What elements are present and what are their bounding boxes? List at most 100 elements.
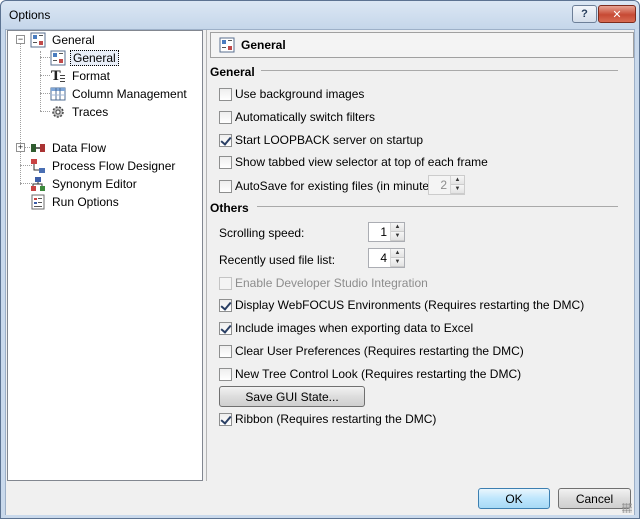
tree-item-label: Format: [72, 68, 111, 83]
group-divider: [261, 70, 618, 71]
stepper-arrows: ▲ ▼: [450, 176, 464, 194]
checkbox[interactable]: [219, 367, 232, 381]
panel-title: General: [241, 38, 286, 52]
cancel-button[interactable]: Cancel: [558, 488, 631, 509]
synonym-editor-icon: [30, 176, 46, 192]
option-label: Include images when exporting data to Ex…: [235, 321, 474, 335]
close-icon: ✕: [612, 8, 622, 21]
dialog-client: − General General T Format Column Manage…: [5, 29, 635, 515]
tree-item-column-management[interactable]: Column Management: [50, 85, 189, 102]
option-auto-switch-filters[interactable]: Automatically switch filters: [219, 109, 375, 125]
stepper-value: 1: [380, 225, 387, 239]
svg-text:T: T: [51, 69, 61, 84]
tree-item-general[interactable]: General: [30, 31, 97, 48]
tree-item-label: Column Management: [72, 86, 187, 101]
settings-icon: [50, 50, 66, 66]
option-start-loopback[interactable]: Start LOOPBACK server on startup: [219, 132, 423, 148]
checkbox[interactable]: [219, 87, 232, 101]
group-divider: [257, 206, 618, 207]
option-new-tree-control[interactable]: New Tree Control Look (Requires restarti…: [219, 366, 521, 382]
checkbox[interactable]: [219, 276, 232, 290]
checkbox[interactable]: [219, 133, 232, 147]
tree-item-synonym-editor[interactable]: Synonym Editor: [30, 175, 139, 192]
down-arrow-icon[interactable]: ▼: [391, 232, 404, 241]
option-show-tabbed-view[interactable]: Show tabbed view selector at top of each…: [219, 154, 488, 170]
checkbox[interactable]: [219, 110, 232, 124]
scrolling-speed-label: Scrolling speed:: [219, 226, 305, 240]
scrolling-speed-stepper[interactable]: 1 ▲ ▼: [368, 222, 405, 242]
down-arrow-icon[interactable]: ▼: [391, 258, 404, 267]
up-arrow-icon[interactable]: ▲: [391, 249, 404, 258]
tree-line: [40, 93, 50, 94]
checkbox[interactable]: [219, 155, 232, 169]
group-title-general: General: [210, 65, 255, 79]
table-columns-icon: [50, 86, 66, 102]
settings-panel: General General Use background images Au…: [206, 30, 634, 481]
process-flow-icon: [30, 158, 46, 174]
options-window: Options ? ✕ − General General T Format C…: [0, 0, 640, 519]
tree-item-general-child[interactable]: General: [50, 49, 119, 66]
checkbox[interactable]: [219, 412, 232, 426]
title-bar[interactable]: Options ? ✕: [1, 1, 639, 29]
option-label: Start LOOPBACK server on startup: [235, 133, 424, 147]
tree-item-label: Data Flow: [52, 140, 107, 155]
up-arrow-icon[interactable]: ▲: [451, 176, 464, 185]
option-label: Display WebFOCUS Environments (Requires …: [235, 298, 585, 312]
resize-grip-icon[interactable]: [622, 503, 632, 513]
option-label: AutoSave for existing files (in minutes)…: [235, 179, 443, 193]
tree-line: [40, 57, 50, 58]
option-label: Ribbon (Requires restarting the DMC): [235, 412, 437, 426]
tree-item-traces[interactable]: Traces: [50, 103, 110, 120]
dialog-footer: OK Cancel: [6, 481, 634, 515]
panel-header: General: [210, 32, 634, 58]
tree-item-run-options[interactable]: Run Options: [30, 193, 121, 210]
option-use-background-images[interactable]: Use background images: [219, 86, 364, 102]
general-collapse-icon[interactable]: −: [16, 35, 25, 44]
tree-item-label: General: [70, 49, 119, 66]
tree-line: [40, 111, 50, 112]
option-clear-user-prefs[interactable]: Clear User Preferences (Requires restart…: [219, 343, 524, 359]
stepper-value: 2: [440, 178, 447, 192]
option-include-images[interactable]: Include images when exporting data to Ex…: [219, 320, 473, 336]
option-label: Enable Developer Studio Integration: [235, 276, 428, 290]
down-arrow-icon[interactable]: ▼: [451, 185, 464, 194]
option-ribbon[interactable]: Ribbon (Requires restarting the DMC): [219, 411, 436, 427]
window-title: Options: [9, 8, 51, 22]
ok-button[interactable]: OK: [478, 488, 550, 509]
tree-item-label: General: [52, 32, 95, 47]
tree-item-data-flow[interactable]: Data Flow: [30, 139, 108, 156]
option-label: Clear User Preferences (Requires restart…: [235, 344, 524, 358]
option-display-webfocus[interactable]: Display WebFOCUS Environments (Requires …: [219, 297, 584, 313]
stepper-arrows: ▲ ▼: [390, 249, 404, 267]
tree-item-label: Process Flow Designer: [52, 158, 176, 173]
tree-item-format[interactable]: T Format: [50, 67, 112, 84]
save-gui-state-button[interactable]: Save GUI State...: [219, 386, 365, 407]
help-button[interactable]: ?: [572, 5, 597, 23]
recent-files-label: Recently used file list:: [219, 253, 336, 267]
option-label: Show tabbed view selector at top of each…: [235, 155, 488, 169]
tree-item-process-flow-designer[interactable]: Process Flow Designer: [30, 157, 177, 174]
tree-item-label: Run Options: [52, 194, 119, 209]
tree-line: [20, 43, 21, 185]
data-flow-expand-icon[interactable]: +: [16, 143, 25, 152]
recent-files-stepper[interactable]: 4 ▲ ▼: [368, 248, 405, 268]
checkbox[interactable]: [219, 344, 232, 358]
close-button[interactable]: ✕: [598, 5, 636, 23]
data-flow-icon: [30, 140, 46, 156]
group-title-others: Others: [210, 201, 249, 215]
tree-item-label: Traces: [72, 104, 109, 119]
format-text-icon: T: [50, 68, 66, 84]
up-arrow-icon[interactable]: ▲: [391, 223, 404, 232]
option-enable-dev-studio[interactable]: Enable Developer Studio Integration: [219, 275, 428, 291]
option-autosave[interactable]: AutoSave for existing files (in minutes)…: [219, 178, 442, 194]
run-options-icon: [30, 194, 46, 210]
tree-item-label: Synonym Editor: [52, 176, 137, 191]
autosave-minutes-stepper[interactable]: 2 ▲ ▼: [428, 175, 465, 195]
options-tree[interactable]: − General General T Format Column Manage…: [7, 30, 203, 481]
checkbox[interactable]: [219, 321, 232, 335]
settings-icon: [219, 37, 235, 53]
checkbox[interactable]: [219, 298, 232, 312]
checkbox[interactable]: [219, 179, 232, 193]
option-label: Automatically switch filters: [235, 110, 376, 124]
option-label: Use background images: [235, 87, 365, 101]
